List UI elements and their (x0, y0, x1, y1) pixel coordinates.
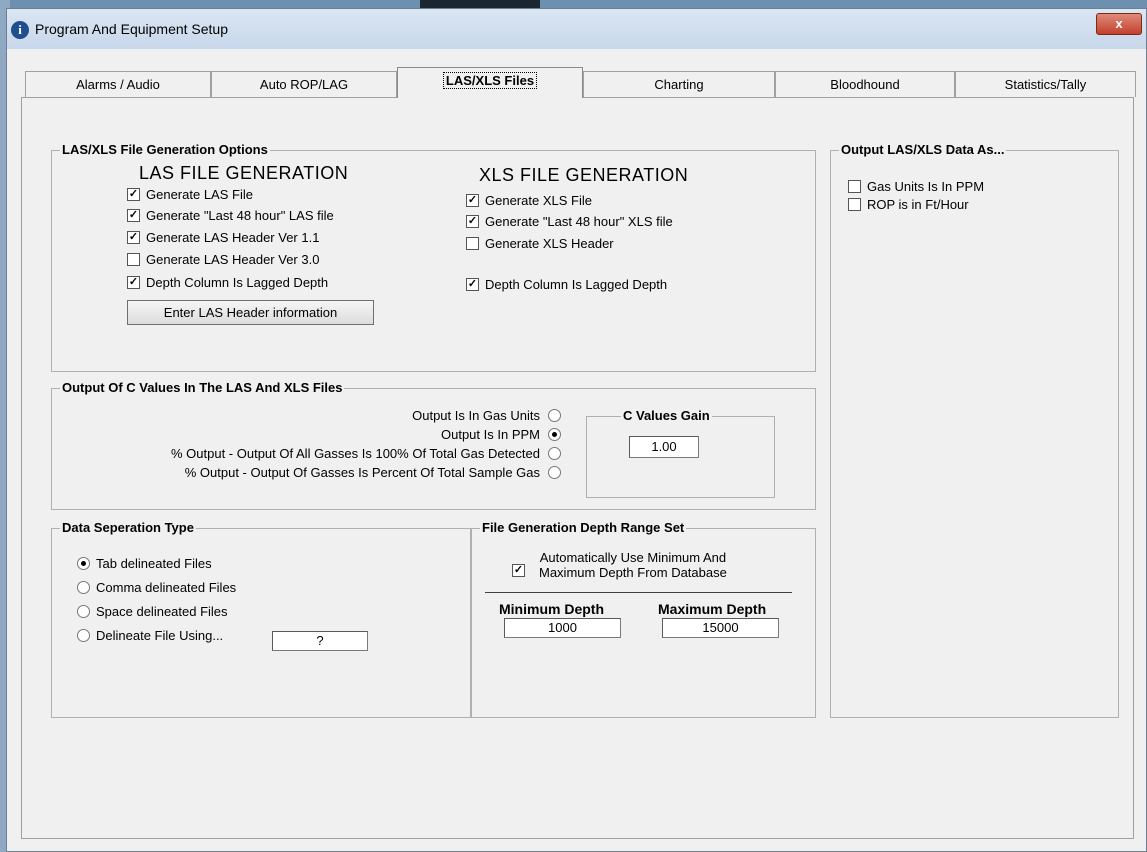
radio-button[interactable] (77, 581, 90, 595)
tab-bloodhound[interactable]: Bloodhound (775, 71, 955, 97)
min-depth-input[interactable]: 1000 (504, 618, 621, 638)
c-option-percent-total-gas[interactable]: % Output - Output Of All Gasses Is 100% … (171, 446, 561, 461)
info-icon: i (11, 21, 29, 39)
separation-space[interactable]: Space delineated Files (77, 604, 228, 619)
radio-button[interactable] (548, 447, 561, 461)
las-heading: LAS FILE GENERATION (139, 163, 349, 183)
checkbox[interactable]: ✓ (127, 231, 140, 245)
group-title: Output LAS/XLS Data As... (839, 142, 1007, 157)
checkbox[interactable] (848, 180, 861, 194)
xls-option-lagged-depth[interactable]: ✓ Depth Column Is Lagged Depth (466, 277, 667, 292)
las-option-header-1-1[interactable]: ✓ Generate LAS Header Ver 1.1 (127, 230, 319, 245)
checkbox[interactable] (466, 237, 479, 251)
las-option-lagged-depth[interactable]: ✓ Depth Column Is Lagged Depth (127, 275, 328, 290)
separation-custom[interactable]: Delineate File Using... (77, 628, 223, 643)
radio-button[interactable] (77, 605, 90, 619)
checkbox[interactable]: ✓ (466, 278, 479, 292)
depth-range-group: File Generation Depth Range Set ✓ Automa… (471, 520, 816, 718)
min-depth-label: Minimum Depth (499, 601, 604, 617)
checkbox[interactable]: ✓ (466, 215, 479, 229)
tab-panel: LAS/XLS File Generation Options LAS FILE… (21, 97, 1134, 839)
radio-button[interactable] (548, 466, 561, 480)
group-title: Data Seperation Type (60, 520, 196, 535)
checkbox[interactable]: ✓ (127, 276, 140, 290)
tab-las-xls-files[interactable]: LAS/XLS Files (397, 67, 583, 98)
enter-las-header-button[interactable]: Enter LAS Header information (127, 300, 374, 325)
max-depth-label: Maximum Depth (658, 601, 767, 617)
close-button[interactable]: x (1096, 13, 1142, 35)
radio-button[interactable] (77, 557, 90, 571)
checkbox[interactable] (127, 253, 140, 267)
las-option-last-48[interactable]: ✓ Generate "Last 48 hour" LAS file (127, 208, 334, 223)
xls-option-header[interactable]: Generate XLS Header (466, 236, 614, 251)
checkbox[interactable]: ✓ (466, 194, 479, 208)
radio-button[interactable] (548, 409, 561, 423)
las-xls-options-group: LAS/XLS File Generation Options LAS FILE… (51, 142, 816, 372)
checkbox[interactable]: ✓ (127, 188, 140, 202)
max-depth-input[interactable]: 15000 (662, 618, 779, 638)
auto-depth-checkbox[interactable]: ✓ (512, 563, 531, 578)
gas-units-ppm-option[interactable]: Gas Units Is In PPM (848, 179, 984, 194)
tab-alarms-audio[interactable]: Alarms / Audio (25, 71, 211, 97)
tab-strip: Alarms / Audio Auto ROP/LAG LAS/XLS File… (25, 67, 1140, 98)
tab-statistics-tally[interactable]: Statistics/Tally (955, 71, 1136, 97)
setup-dialog: i Program And Equipment Setup x Alarms /… (6, 8, 1147, 852)
xls-heading: XLS FILE GENERATION (479, 165, 689, 185)
group-title: C Values Gain (621, 408, 712, 423)
radio-button[interactable] (548, 428, 561, 442)
rop-ft-hour-option[interactable]: ROP is in Ft/Hour (848, 197, 969, 212)
c-values-gain-group: C Values Gain 1.00 (586, 408, 775, 498)
tab-charting[interactable]: Charting (583, 71, 775, 97)
c-option-ppm[interactable]: Output Is In PPM (441, 427, 561, 442)
c-option-percent-sample-gas[interactable]: % Output - Output Of Gasses Is Percent O… (185, 465, 561, 480)
xls-option-last-48[interactable]: ✓ Generate "Last 48 hour" XLS file (466, 214, 673, 229)
c-option-gas-units[interactable]: Output Is In Gas Units (412, 408, 561, 423)
checkbox[interactable]: ✓ (127, 209, 140, 223)
window-title: Program And Equipment Setup (35, 21, 229, 37)
delimiter-input[interactable]: ? (272, 631, 368, 651)
data-separation-group: Data Seperation Type Tab delineated File… (51, 520, 471, 718)
group-title: Output Of C Values In The LAS And XLS Fi… (60, 380, 345, 395)
divider (485, 592, 792, 593)
output-data-as-group: Output LAS/XLS Data As... Gas Units Is I… (830, 142, 1119, 718)
dialog-client: Alarms / Audio Auto ROP/LAG LAS/XLS File… (13, 49, 1140, 845)
c-values-group: Output Of C Values In The LAS And XLS Fi… (51, 380, 816, 510)
group-title: LAS/XLS File Generation Options (60, 142, 270, 157)
separation-comma[interactable]: Comma delineated Files (77, 580, 236, 595)
checkbox[interactable]: ✓ (512, 564, 525, 578)
checkbox[interactable] (848, 198, 861, 212)
xls-option-generate-file[interactable]: ✓ Generate XLS File (466, 193, 592, 208)
group-title: File Generation Depth Range Set (480, 520, 687, 535)
las-option-header-3-0[interactable]: Generate LAS Header Ver 3.0 (127, 252, 319, 267)
radio-button[interactable] (77, 629, 90, 643)
title-bar[interactable]: i Program And Equipment Setup x (7, 9, 1146, 49)
tab-auto-rop-lag[interactable]: Auto ROP/LAG (211, 71, 397, 97)
separation-tab[interactable]: Tab delineated Files (77, 556, 212, 571)
auto-depth-label: Automatically Use Minimum And Maximum Dep… (539, 550, 727, 580)
las-option-generate-file[interactable]: ✓ Generate LAS File (127, 187, 253, 202)
c-values-gain-input[interactable]: 1.00 (629, 436, 699, 458)
